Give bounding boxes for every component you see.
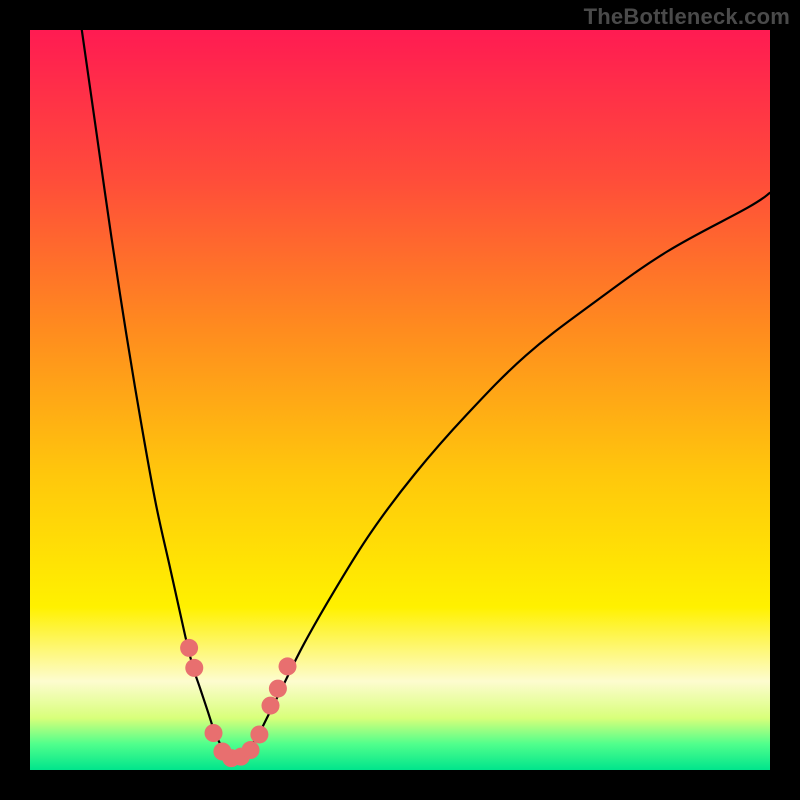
marker-point [279, 657, 297, 675]
marker-point [269, 680, 287, 698]
marker-point [185, 659, 203, 677]
marker-point [262, 697, 280, 715]
marker-point [242, 741, 260, 759]
plot-area [30, 30, 770, 770]
gradient-background [30, 30, 770, 770]
watermark-text: TheBottleneck.com [584, 4, 790, 30]
marker-point [250, 725, 268, 743]
marker-point [205, 724, 223, 742]
marker-point [180, 639, 198, 657]
chart-frame: TheBottleneck.com [0, 0, 800, 800]
chart-svg [30, 30, 770, 770]
